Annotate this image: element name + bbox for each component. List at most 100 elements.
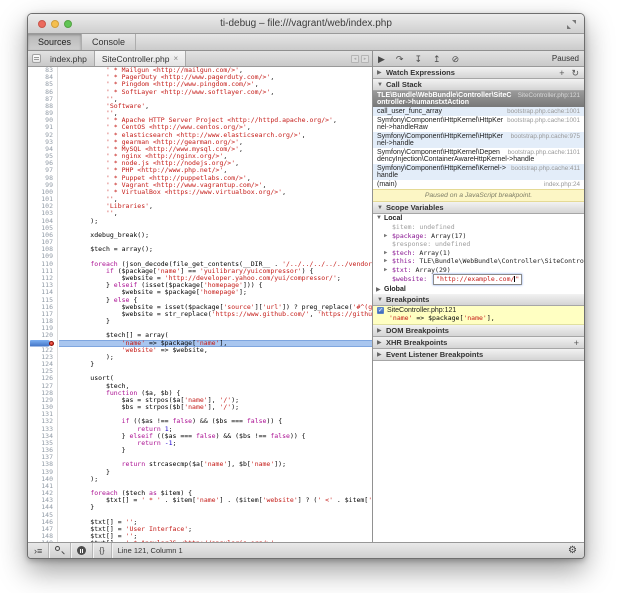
expand-triangle-icon[interactable]: ▶	[384, 249, 387, 258]
expand-triangle-icon[interactable]: ▶	[384, 232, 387, 241]
cursor-position: Line 121, Column 1	[112, 546, 183, 555]
call-stack-frame[interactable]: bootstrap.php.cache:411 Symfony\Component…	[373, 164, 584, 180]
frame-location: bootstrap.php.cache:411	[511, 165, 580, 172]
resume-button[interactable]: ▶	[378, 52, 385, 66]
step-into-button[interactable]: ↧	[414, 52, 422, 66]
collapse-triangle-icon[interactable]: ▶	[377, 67, 382, 79]
call-stack-frame[interactable]: bootstrap.php.cache:1001call_user_func_a…	[373, 107, 584, 116]
scope-global-group[interactable]: ▶ Global	[373, 285, 584, 294]
tab-scroll-right-icon[interactable]: ▸	[361, 55, 369, 63]
section-scope-variables[interactable]: ▼ Scope Variables	[373, 202, 584, 214]
breakpoint-dot-icon[interactable]	[49, 341, 54, 346]
settings-gear-icon[interactable]: ⚙	[568, 545, 584, 556]
code-line-123[interactable]: );	[59, 354, 372, 361]
code-line-124[interactable]: }	[59, 361, 372, 368]
window-title: ti-debug – file:///vagrant/web/index.php	[28, 18, 584, 29]
deactivate-breakpoints-button[interactable]: ⊘	[452, 52, 460, 66]
call-stack-frame[interactable]: bootstrap.php.cache:1001Symfony\Componen…	[373, 116, 584, 132]
collapse-triangle-icon[interactable]: ▶	[376, 286, 381, 293]
call-stack-frame[interactable]: bootstrap.php.cache:975 Symfony\Component…	[373, 132, 584, 148]
expand-triangle-icon[interactable]: ▶	[384, 266, 387, 275]
call-stack-frame[interactable]: SiteController.php:121TLE\Bundle\WebBund…	[373, 91, 584, 107]
code-line-118[interactable]: }	[59, 318, 372, 325]
file-tab-index.php[interactable]: index.php	[43, 51, 95, 66]
variable-value: undefined	[419, 223, 454, 231]
breakpoint-checkbox[interactable]: ✓	[377, 307, 384, 314]
variable-name: $txt:	[392, 266, 415, 274]
fullscreen-icon[interactable]	[567, 20, 576, 29]
variable-value-input[interactable]: "http://example.com/"	[433, 274, 522, 285]
code-line-140[interactable]: );	[59, 476, 372, 483]
code-line-143[interactable]: $txt[] = ' * ' . $item['name'] . ($item[…	[59, 497, 372, 504]
toggle-console-button[interactable]: ›≡	[28, 543, 48, 558]
code-lines[interactable]: ' * Mailgun <http://mailgun.com/>', ' * …	[59, 67, 372, 542]
gutter[interactable]: 8384858687888990919293949596979899100101…	[28, 67, 58, 542]
frame-function: Symfony\Component\HttpKernel\Kernel->han…	[377, 165, 506, 179]
tab-scroll-left-icon[interactable]: ◂	[351, 55, 359, 63]
file-tab-bar: index.phpSiteController.php× ◂ ▸	[28, 51, 372, 67]
expand-triangle-icon[interactable]: ▼	[377, 294, 383, 306]
section-xhr-breakpoints[interactable]: ▶ XHR Breakpoints +	[373, 337, 584, 349]
pause-on-exceptions-button[interactable]	[71, 543, 92, 558]
close-tab-icon[interactable]: ×	[173, 54, 178, 63]
scope-variable-row[interactable]: $item: undefined	[373, 223, 584, 232]
code-line-108[interactable]: $tech = array();	[59, 246, 372, 253]
code-line-104[interactable]: );	[59, 218, 372, 225]
add-xhr-breakpoint-button[interactable]: +	[574, 337, 579, 349]
scope-variable-row[interactable]: $response: undefined	[373, 240, 584, 249]
scope-variable-row[interactable]: ▶$tech: Array(1)	[373, 249, 584, 258]
file-navigator-icon[interactable]	[32, 54, 41, 63]
section-dom-breakpoints[interactable]: ▶ DOM Breakpoints	[373, 325, 584, 337]
variable-name: $website:	[392, 275, 431, 283]
scope-local-group[interactable]: ▼ Local	[373, 214, 584, 223]
file-tab-sitecontroller.php[interactable]: SiteController.php×	[94, 51, 186, 66]
frame-function: Symfony\Component\HttpKernel\HttpKernel-…	[377, 117, 503, 131]
section-breakpoints[interactable]: ▼ Breakpoints	[373, 294, 584, 306]
code-line-103[interactable]: '',	[59, 210, 372, 217]
frame-function: call_user_func_array	[377, 108, 442, 115]
gutter-line-120[interactable]: 120	[28, 332, 57, 339]
collapse-triangle-icon[interactable]: ▶	[377, 325, 382, 337]
variable-value: Array(29)	[415, 266, 450, 274]
add-watch-button[interactable]: +	[559, 67, 564, 79]
code-line-130[interactable]: $bs = strpos($b['name'], '/');	[59, 404, 372, 411]
code-line-144[interactable]: }	[59, 504, 372, 511]
ti-debug-window: ti-debug – file:///vagrant/web/index.php…	[27, 13, 585, 559]
code-line-136[interactable]: }	[59, 447, 372, 454]
expand-triangle-icon[interactable]: ▼	[377, 202, 383, 214]
code-editor[interactable]: 8384858687888990919293949596979899100101…	[28, 67, 372, 542]
expand-triangle-icon[interactable]: ▼	[376, 215, 382, 221]
titlebar[interactable]: ti-debug – file:///vagrant/web/index.php	[28, 14, 584, 34]
scope-variable-row[interactable]: ▶ $txt: Array(29)	[373, 266, 584, 275]
scope-variable-row[interactable]: ▶$package: Array(17)	[373, 232, 584, 241]
call-stack-frame[interactable]: index.php:24 (main)	[373, 180, 584, 189]
scope-variable-row[interactable]: $website: "http://example.com/"	[373, 274, 584, 285]
expand-triangle-icon[interactable]: ▶	[384, 257, 387, 266]
search-icon[interactable]	[49, 543, 70, 558]
frame-function: (main)	[377, 181, 397, 188]
section-event-listener-breakpoints[interactable]: ▶ Event Listener Breakpoints	[373, 349, 584, 361]
collapse-triangle-icon[interactable]: ▶	[377, 349, 382, 361]
panel-tab-sources[interactable]: Sources	[28, 34, 82, 50]
refresh-watch-button[interactable]: ↻	[571, 67, 579, 79]
section-call-stack[interactable]: ▼ Call Stack	[373, 79, 584, 91]
frame-location: index.php:24	[544, 181, 580, 188]
main-split: index.phpSiteController.php× ◂ ▸ 8384858…	[28, 51, 584, 542]
code-line-106[interactable]: xdebug_break();	[59, 232, 372, 239]
section-watch-expressions[interactable]: ▶ Watch Expressions + ↻	[373, 67, 584, 79]
step-over-button[interactable]: ↷	[396, 52, 404, 66]
breakpoint-entry[interactable]: ✓ SiteController.php:121 'name' => $pack…	[373, 306, 584, 325]
debugger-toolbar: ▶↷↧↥⊘Paused	[373, 51, 584, 67]
code-line-139[interactable]: }	[59, 469, 372, 476]
expand-triangle-icon[interactable]: ▼	[377, 79, 383, 91]
pretty-print-button[interactable]: {}	[93, 543, 110, 558]
variable-name: $tech:	[392, 249, 419, 257]
panel-tab-console[interactable]: Console	[82, 34, 136, 50]
step-out-button[interactable]: ↥	[433, 52, 441, 66]
frame-function: Symfony\Component\HttpKernel\HttpKernel-…	[377, 133, 503, 147]
frame-location: bootstrap.php.cache:1101	[508, 149, 580, 156]
collapse-triangle-icon[interactable]: ▶	[377, 337, 382, 349]
call-stack-frame[interactable]: bootstrap.php.cache:1101Symfony\Componen…	[373, 148, 584, 164]
frame-location: bootstrap.php.cache:975	[511, 133, 580, 140]
scope-variable-row[interactable]: ▶$this: TLE\Bundle\WebBundle\Controller\…	[373, 257, 584, 266]
